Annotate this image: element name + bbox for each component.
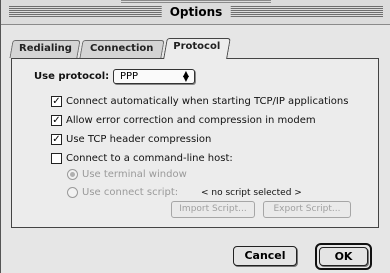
window-title: Options <box>161 4 231 20</box>
use-terminal-label: Use terminal window <box>82 169 187 180</box>
tcp-header-compression-checkbox[interactable]: ✓ <box>51 134 62 145</box>
error-correction-checkbox[interactable]: ✓ <box>51 115 62 126</box>
tab-connection[interactable]: Connection <box>79 40 165 58</box>
cancel-button[interactable]: Cancel <box>233 246 297 266</box>
ok-button[interactable]: OK <box>319 247 368 266</box>
use-terminal-radio[interactable] <box>67 169 78 180</box>
tab-redialing[interactable]: Redialing <box>9 40 81 58</box>
tab-protocol-label: Protocol <box>173 41 221 52</box>
tab-redialing-label: Redialing <box>18 43 72 54</box>
export-script-button[interactable]: Export Script... <box>263 201 351 218</box>
options-window: Options Redialing Connection Protocol Us… <box>0 0 390 273</box>
popup-arrows-icon: ▲ ▼ <box>182 69 190 83</box>
command-line-host-checkbox[interactable] <box>51 153 62 164</box>
script-selection-value: < no script selected > <box>201 188 302 198</box>
protocol-label: Use protocol: <box>34 71 110 82</box>
import-script-button[interactable]: Import Script... <box>171 201 255 218</box>
connect-automatically-label: Connect automatically when starting TCP/… <box>66 96 349 107</box>
title-bar-stripes-top <box>121 0 271 3</box>
protocol-popup[interactable]: PPP ▲ ▼ <box>113 69 195 84</box>
protocol-popup-value: PPP <box>120 71 139 82</box>
tcp-header-compression-label: Use TCP header compression <box>66 134 212 145</box>
use-connect-script-radio[interactable] <box>67 187 78 198</box>
title-bar[interactable]: Options <box>1 0 390 25</box>
connect-automatically-checkbox[interactable]: ✓ <box>51 96 62 107</box>
tab-connection-label: Connection <box>90 43 154 54</box>
error-correction-label: Allow error correction and compression i… <box>66 115 316 126</box>
use-connect-script-label: Use connect script: <box>82 187 179 198</box>
tab-protocol[interactable]: Protocol <box>163 38 231 59</box>
command-line-host-label: Connect to a command-line host: <box>66 153 233 164</box>
